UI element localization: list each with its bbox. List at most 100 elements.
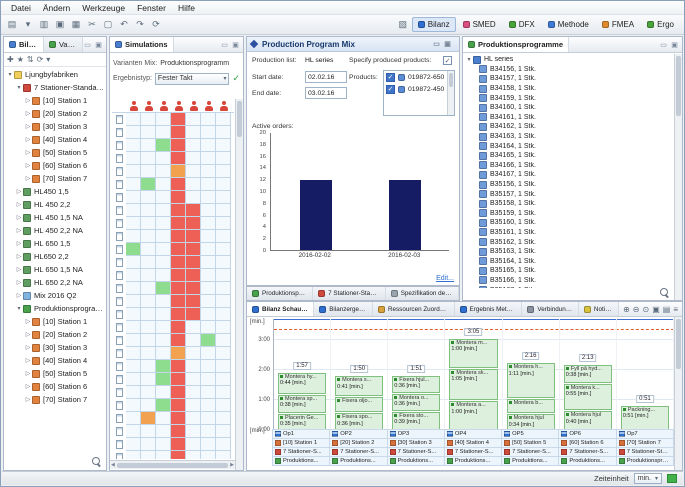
matrix-cell[interactable] [156, 425, 171, 438]
zoom-in-icon[interactable]: ⊕ [623, 305, 630, 314]
product-row-header[interactable] [112, 373, 126, 386]
matrix-cell[interactable] [141, 165, 156, 178]
gantt-task-block[interactable]: Montera k...0:55 [min.] [564, 384, 612, 411]
document-tab[interactable]: Spezifikation der Variante [386, 287, 459, 300]
tree-item[interactable]: ▷ [50] Station 5 [4, 146, 106, 159]
matrix-cell[interactable] [216, 282, 231, 295]
tree-item[interactable]: ▷ [60] Station 6 [4, 159, 106, 172]
tree-item[interactable]: ▷ HL650 2,2 [4, 250, 106, 263]
gantt-task-block[interactable]: Packning...0:51 [min.] [621, 406, 669, 431]
perspective-button[interactable]: FMEA [596, 17, 640, 32]
tree-item[interactable]: ▷ [50] Station 5 [4, 367, 106, 380]
tree-item[interactable]: B35156, 1 Stk. [465, 180, 673, 190]
matrix-cell[interactable] [216, 334, 231, 347]
tree-item[interactable]: B34159, 1 Stk. [465, 93, 673, 103]
matrix-cell[interactable] [141, 204, 156, 217]
tree-item[interactable]: B35161, 1 Stk. [465, 228, 673, 238]
footer-program-cell[interactable]: Produktions... [444, 456, 502, 466]
matrix-cell[interactable] [171, 295, 186, 308]
tree-item[interactable]: B34156, 1 Stk. [465, 65, 673, 75]
gantt-task-block[interactable]: Fixera sto...0:39 [min.] [392, 412, 440, 431]
minimize-icon[interactable]: ▭ [83, 40, 92, 49]
matrix-cell[interactable] [201, 217, 216, 230]
matrix-cell[interactable] [216, 113, 231, 126]
matrix-cell[interactable] [156, 204, 171, 217]
tree-expander[interactable]: ▾ [6, 71, 14, 78]
matrix-cell[interactable] [171, 217, 186, 230]
matrix-cell[interactable] [171, 438, 186, 451]
matrix-cell[interactable] [156, 399, 171, 412]
gantt-task-block[interactable]: Montera a...1:00 [min.] [449, 401, 497, 430]
tree-item[interactable]: ▾ 7 Stationer-Standardtid [4, 81, 106, 94]
tree-item[interactable]: ▷ [70] Station 7 [4, 393, 106, 406]
matrix-cell[interactable] [216, 165, 231, 178]
matrix-cell[interactable] [216, 360, 231, 373]
matrix-cell[interactable] [216, 230, 231, 243]
product-row-header[interactable] [112, 204, 126, 217]
tree-item[interactable]: ▷ [30] Station 3 [4, 341, 106, 354]
tree-expander[interactable]: ▾ [15, 305, 23, 312]
matrix-cell[interactable] [186, 256, 201, 269]
gantt-task-block[interactable]: Montera m...1:00 [min.] [449, 339, 497, 368]
balance-tab[interactable]: Notizen [579, 302, 619, 316]
minimize-icon[interactable]: ▭ [220, 40, 229, 49]
tree-item[interactable]: B35159, 1 Stk. [465, 209, 673, 219]
tree-expander[interactable]: ▷ [15, 266, 23, 273]
matrix-cell[interactable] [141, 243, 156, 256]
matrix-cell[interactable] [171, 334, 186, 347]
production-list-value[interactable]: HL series [305, 57, 333, 64]
balance-tab[interactable]: Ergebnis Methode [455, 302, 523, 316]
matrix-cell[interactable] [141, 438, 156, 451]
tree-expander[interactable]: ▷ [15, 214, 23, 221]
matrix-cell[interactable] [141, 126, 156, 139]
matrix-cell[interactable] [201, 230, 216, 243]
matrix-cell[interactable] [156, 347, 171, 360]
matrix-cell[interactable] [186, 334, 201, 347]
matrix-cell[interactable] [186, 321, 201, 334]
matrix-cell[interactable] [186, 451, 201, 459]
product-row-header[interactable] [112, 321, 126, 334]
tree-expander[interactable]: ▷ [24, 175, 32, 182]
matrix-cell[interactable] [216, 373, 231, 386]
matrix-cell[interactable] [141, 334, 156, 347]
redo-icon[interactable]: ↷ [133, 18, 147, 32]
open-icon[interactable]: ▥ [37, 18, 51, 32]
matrix-cell[interactable] [141, 373, 156, 386]
zoom-fit-icon[interactable]: ⊙ [643, 305, 650, 314]
matrix-cell[interactable] [126, 217, 141, 230]
matrix-cell[interactable] [216, 399, 231, 412]
products-scrollbar[interactable] [447, 71, 454, 115]
start-date-field[interactable]: 02.02.16 [305, 71, 347, 83]
matrix-cell[interactable] [186, 204, 201, 217]
matrix-cell[interactable] [201, 451, 216, 459]
tree-item[interactable]: B34161, 1 Stk. [465, 113, 673, 123]
tree-expander[interactable]: ▷ [24, 162, 32, 169]
print-icon[interactable]: ▤ [663, 305, 671, 314]
tree-item[interactable]: B35158, 1 Stk. [465, 199, 673, 209]
balance-tab[interactable]: Verbindungen [522, 302, 578, 316]
product-row-header[interactable] [112, 282, 126, 295]
matrix-cell[interactable] [141, 412, 156, 425]
matrix-cell[interactable] [126, 113, 141, 126]
product-item[interactable]: 019872-650 [384, 71, 454, 83]
matrix-cell[interactable] [171, 126, 186, 139]
matrix-cell[interactable] [171, 360, 186, 373]
tree-item[interactable]: ▷ [40] Station 4 [4, 133, 106, 146]
matrix-cell[interactable] [126, 438, 141, 451]
tree-item[interactable]: ▷ HL 650 1,5 [4, 237, 106, 250]
tree-item[interactable]: ▷ HL 450 2,2 [4, 198, 106, 211]
end-date-field[interactable]: 03.02.16 [305, 87, 347, 99]
matrix-cell[interactable] [141, 321, 156, 334]
matrix-cell[interactable] [216, 256, 231, 269]
matrix-cell[interactable] [186, 139, 201, 152]
product-row-header[interactable] [112, 256, 126, 269]
programs-tab[interactable]: Produktionsprogramme [463, 37, 569, 52]
matrix-cell[interactable] [171, 139, 186, 152]
tree-item[interactable]: ▾ HL series [465, 55, 673, 65]
matrix-cell[interactable] [201, 139, 216, 152]
product-row-header[interactable] [112, 438, 126, 451]
matrix-cell[interactable] [156, 269, 171, 282]
minimize-icon[interactable]: ▭ [432, 40, 441, 49]
filter-search-icon[interactable] [660, 288, 670, 298]
menu-item[interactable]: Datei [5, 2, 37, 14]
